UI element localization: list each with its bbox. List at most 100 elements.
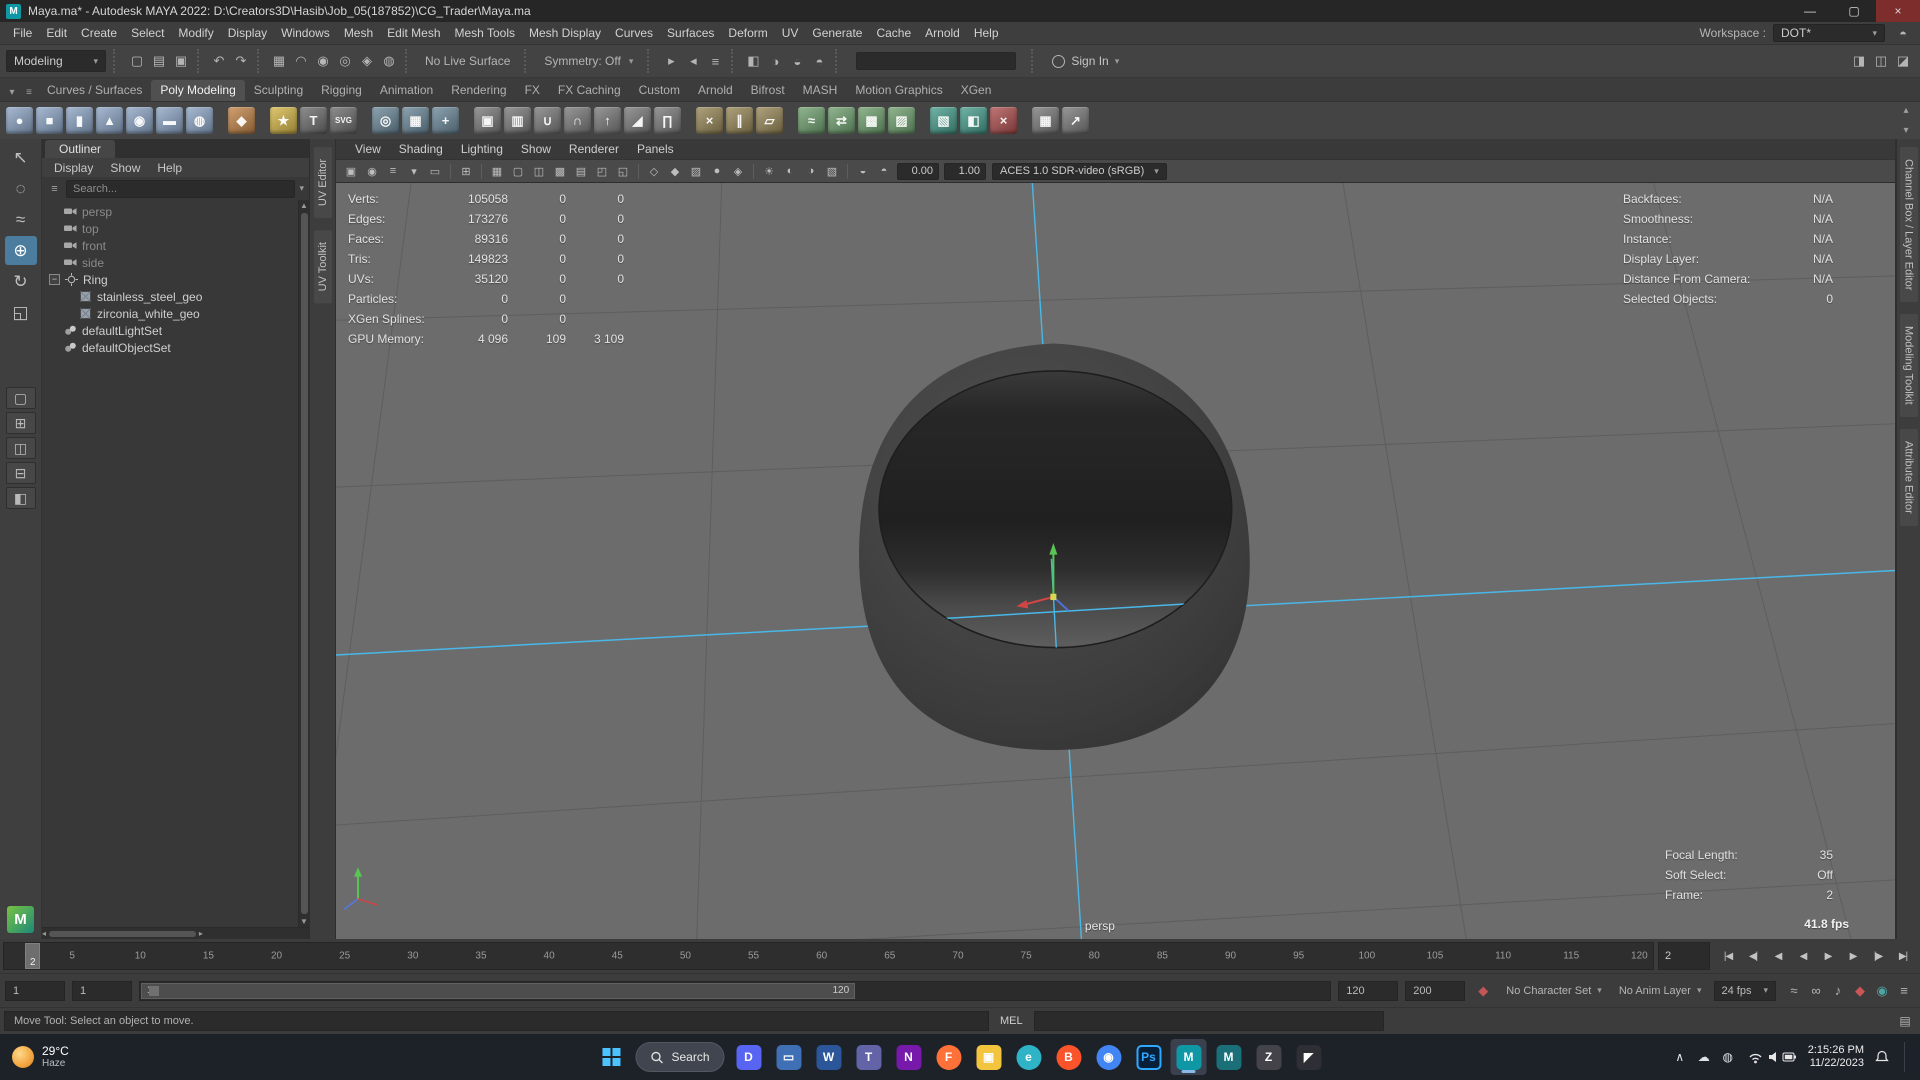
close-button[interactable]: × bbox=[1876, 0, 1920, 22]
wireframe-icon[interactable]: ◇ bbox=[644, 161, 664, 181]
time-slider-track[interactable]: 2 5 10 15 20 25 30 35 40 45 50 55 60 65 70 75 80 85 90 95 1… bbox=[3, 942, 1654, 970]
film-gate-icon[interactable]: ▢ bbox=[508, 161, 528, 181]
onedrive-icon[interactable]: ☁ bbox=[1696, 1050, 1712, 1064]
teams-app[interactable]: T bbox=[851, 1039, 887, 1075]
ui-toggle-down-icon[interactable]: ▾ bbox=[1898, 122, 1914, 140]
render-settings-icon[interactable]: ◓ bbox=[808, 50, 830, 72]
channel-box-toggle-icon[interactable]: ◫ bbox=[1870, 50, 1892, 72]
undo-icon[interactable]: ↶ bbox=[208, 50, 230, 72]
camera-lock-icon[interactable]: ◉ bbox=[362, 161, 382, 181]
taskbar-search[interactable]: Search bbox=[635, 1042, 725, 1072]
bridge-icon[interactable]: ∏ bbox=[654, 107, 681, 134]
rotate-tool[interactable]: ↻ bbox=[5, 267, 37, 296]
remesh-icon[interactable]: ▩ bbox=[858, 107, 885, 134]
export-selection-icon[interactable]: ↗ bbox=[1062, 107, 1089, 134]
go-to-start-button[interactable]: |◀ bbox=[1716, 944, 1740, 968]
outliner-title-tab[interactable]: Outliner bbox=[45, 140, 116, 158]
textured-icon[interactable]: ▨ bbox=[686, 161, 706, 181]
shelf-tab-mash[interactable]: MASH bbox=[794, 80, 847, 101]
sign-in-button[interactable]: Sign In ▾ bbox=[1044, 54, 1127, 68]
anti-alias-icon[interactable]: ▧ bbox=[822, 161, 842, 181]
outliner-menu-show[interactable]: Show bbox=[102, 161, 148, 175]
menu-arnold[interactable]: Arnold bbox=[918, 24, 967, 42]
live-surface-label[interactable]: No Live Surface bbox=[418, 54, 517, 68]
minimize-button[interactable]: — bbox=[1788, 0, 1832, 22]
menu-surfaces[interactable]: Surfaces bbox=[660, 24, 721, 42]
make-live-icon[interactable]: ◎ bbox=[372, 107, 399, 134]
workspace-gear-icon[interactable]: ◓ bbox=[1892, 22, 1914, 44]
search-input[interactable] bbox=[66, 179, 296, 198]
shelf-gear-icon[interactable]: ≡ bbox=[21, 83, 37, 101]
open-render-view-icon[interactable]: ◧ bbox=[742, 50, 764, 72]
shaded-icon[interactable]: ◆ bbox=[665, 161, 685, 181]
quad-draw-icon[interactable]: ▱ bbox=[756, 107, 783, 134]
animation-end-field[interactable]: 200 bbox=[1405, 980, 1466, 1001]
menu-select[interactable]: Select bbox=[124, 24, 171, 42]
outliner-item-front[interactable]: front bbox=[42, 237, 298, 254]
attribute-editor-toggle-icon[interactable]: ◪ bbox=[1892, 50, 1914, 72]
snap-grid-icon[interactable]: ▦ bbox=[268, 50, 290, 72]
menu-windows[interactable]: Windows bbox=[274, 24, 337, 42]
shelf-tab-motion-graphics[interactable]: Motion Graphics bbox=[846, 80, 951, 101]
menu-uv[interactable]: UV bbox=[775, 24, 806, 42]
outliner-item-defaultlightset[interactable]: defaultLightSet bbox=[42, 322, 298, 339]
shadows-icon[interactable]: ◐ bbox=[780, 161, 800, 181]
remote-desktop-app[interactable]: ▭ bbox=[771, 1039, 807, 1075]
render-current-frame-icon[interactable]: ◑ bbox=[764, 50, 786, 72]
outliner-item-stainless-steel-geo[interactable]: stainless_steel_geo bbox=[42, 288, 298, 305]
move-tool[interactable]: ⊕ bbox=[4, 236, 37, 265]
weather-widget[interactable]: 29°C Haze bbox=[12, 1044, 69, 1070]
show-desktop-button[interactable] bbox=[1904, 1042, 1908, 1072]
play-backwards-button[interactable]: ◀ bbox=[1791, 944, 1815, 968]
scroll-right-icon[interactable]: ▸ bbox=[199, 928, 203, 939]
file-open-icon[interactable]: ▤ bbox=[148, 50, 170, 72]
extrude-icon[interactable]: ↑ bbox=[594, 107, 621, 134]
menu-deform[interactable]: Deform bbox=[721, 24, 774, 42]
ui-toggle-up-icon[interactable]: ▴ bbox=[1898, 102, 1914, 120]
single-pane-layout[interactable]: ▢ bbox=[5, 387, 36, 409]
previous-key-button[interactable]: ◀| bbox=[1741, 944, 1765, 968]
playback-start-field[interactable]: 1 bbox=[72, 980, 132, 1001]
shelf-tab-custom[interactable]: Custom bbox=[630, 80, 689, 101]
2d-pan-zoom-icon[interactable]: ⊞ bbox=[456, 161, 476, 181]
outliner-item-persp[interactable]: persp bbox=[42, 203, 298, 220]
poly-disc-icon[interactable]: ◍ bbox=[186, 107, 213, 134]
scroll-up-icon[interactable]: ▲ bbox=[300, 200, 308, 211]
free-point-icon[interactable]: + bbox=[432, 107, 459, 134]
security-icon[interactable]: ◍ bbox=[1720, 1050, 1736, 1064]
current-frame-field[interactable]: 2 bbox=[1658, 942, 1710, 970]
use-default-material-icon[interactable]: ● bbox=[707, 161, 727, 181]
current-frame-indicator[interactable]: 2 bbox=[25, 943, 41, 969]
zbrush-app[interactable]: Z bbox=[1251, 1039, 1287, 1075]
two-pane-side-layout[interactable]: ◫ bbox=[5, 437, 36, 459]
script-editor-icon[interactable]: ▤ bbox=[1894, 1011, 1916, 1031]
uv-auto-icon[interactable]: ◧ bbox=[960, 107, 987, 134]
exposure-icon[interactable]: ◒ bbox=[853, 161, 873, 181]
mudbox-app[interactable]: M bbox=[1211, 1039, 1247, 1075]
character-key-icon[interactable]: ◆ bbox=[1472, 980, 1494, 1002]
shelf-tab-bifrost[interactable]: Bifrost bbox=[742, 80, 794, 101]
network-volume-battery-icons[interactable] bbox=[1747, 1049, 1797, 1065]
file-new-icon[interactable]: ▢ bbox=[126, 50, 148, 72]
animation-preferences-icon[interactable]: ≡ bbox=[1893, 980, 1915, 1002]
four-pane-layout[interactable]: ⊞ bbox=[5, 412, 36, 434]
shelf-tab-animation[interactable]: Animation bbox=[371, 80, 442, 101]
side-tab-uv-editor[interactable]: UV Editor bbox=[313, 147, 332, 219]
wireframe-on-shaded-icon[interactable]: ◈ bbox=[728, 161, 748, 181]
menu-create[interactable]: Create bbox=[74, 24, 124, 42]
range-current-frame-marker[interactable] bbox=[149, 985, 159, 996]
image-plane-icon[interactable]: ▭ bbox=[425, 161, 445, 181]
poly-sphere-icon[interactable]: ● bbox=[6, 107, 33, 134]
combine-icon[interactable]: ▣ bbox=[474, 107, 501, 134]
file-save-icon[interactable]: ▣ bbox=[170, 50, 192, 72]
make-live-icon[interactable]: ◍ bbox=[378, 50, 400, 72]
menu-set-select[interactable]: Modeling ▾ bbox=[6, 50, 106, 72]
character-set-select[interactable]: No Character Set ▾ bbox=[1501, 985, 1607, 997]
clock[interactable]: 2:15:26 PM 11/22/2023 bbox=[1808, 1044, 1864, 1070]
menu-mesh[interactable]: Mesh bbox=[337, 24, 380, 42]
smooth-mesh-icon[interactable]: ≈ bbox=[798, 107, 825, 134]
outliner-item-top[interactable]: top bbox=[42, 220, 298, 237]
panel-menu-renderer[interactable]: Renderer bbox=[560, 142, 628, 156]
shelf-tab-curves-surfaces[interactable]: Curves / Surfaces bbox=[38, 80, 151, 101]
uv-planar-icon[interactable]: ▧ bbox=[930, 107, 957, 134]
